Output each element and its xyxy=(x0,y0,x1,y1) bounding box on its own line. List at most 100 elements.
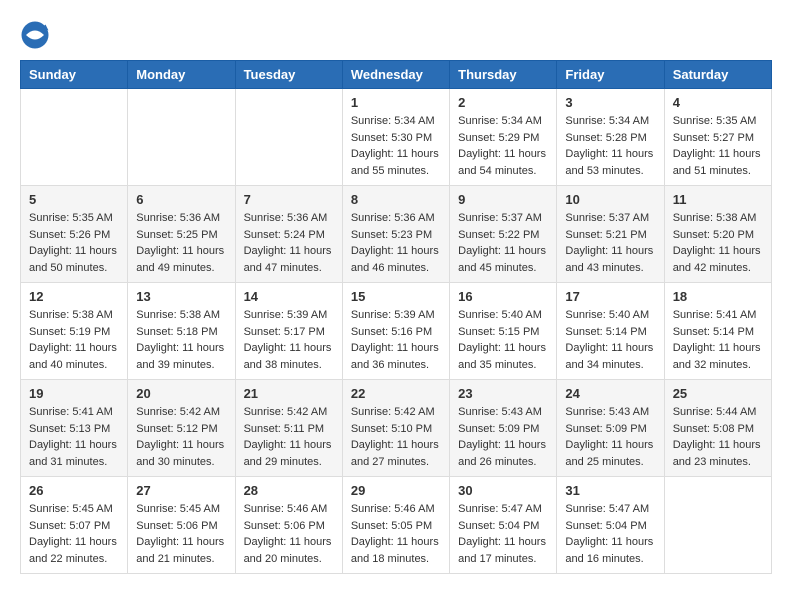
calendar-table: SundayMondayTuesdayWednesdayThursdayFrid… xyxy=(20,60,772,574)
day-info: Sunrise: 5:40 AM Sunset: 5:15 PM Dayligh… xyxy=(458,307,548,373)
day-number: 2 xyxy=(458,95,548,110)
weekday-header-saturday: Saturday xyxy=(664,61,771,89)
calendar-week-3: 12 Sunrise: 5:38 AM Sunset: 5:19 PM Dayli… xyxy=(21,283,772,380)
day-number: 3 xyxy=(565,95,655,110)
day-info: Sunrise: 5:34 AM Sunset: 5:28 PM Dayligh… xyxy=(565,113,655,179)
day-info: Sunrise: 5:38 AM Sunset: 5:18 PM Dayligh… xyxy=(136,307,226,373)
day-number: 28 xyxy=(244,483,334,498)
day-info: Sunrise: 5:42 AM Sunset: 5:12 PM Dayligh… xyxy=(136,404,226,470)
logo-icon xyxy=(20,20,50,50)
weekday-header-sunday: Sunday xyxy=(21,61,128,89)
calendar-cell: 30 Sunrise: 5:47 AM Sunset: 5:04 PM Dayli… xyxy=(450,477,557,574)
day-info: Sunrise: 5:39 AM Sunset: 5:17 PM Dayligh… xyxy=(244,307,334,373)
weekday-header-thursday: Thursday xyxy=(450,61,557,89)
day-info: Sunrise: 5:36 AM Sunset: 5:25 PM Dayligh… xyxy=(136,210,226,276)
calendar-cell: 3 Sunrise: 5:34 AM Sunset: 5:28 PM Daylig… xyxy=(557,89,664,186)
logo xyxy=(20,20,56,50)
calendar-cell: 27 Sunrise: 5:45 AM Sunset: 5:06 PM Dayli… xyxy=(128,477,235,574)
calendar-cell: 20 Sunrise: 5:42 AM Sunset: 5:12 PM Dayli… xyxy=(128,380,235,477)
day-number: 29 xyxy=(351,483,441,498)
day-info: Sunrise: 5:36 AM Sunset: 5:23 PM Dayligh… xyxy=(351,210,441,276)
day-number: 23 xyxy=(458,386,548,401)
day-info: Sunrise: 5:37 AM Sunset: 5:21 PM Dayligh… xyxy=(565,210,655,276)
day-number: 14 xyxy=(244,289,334,304)
calendar-cell: 25 Sunrise: 5:44 AM Sunset: 5:08 PM Dayli… xyxy=(664,380,771,477)
day-info: Sunrise: 5:47 AM Sunset: 5:04 PM Dayligh… xyxy=(458,501,548,567)
day-number: 10 xyxy=(565,192,655,207)
calendar-cell: 4 Sunrise: 5:35 AM Sunset: 5:27 PM Daylig… xyxy=(664,89,771,186)
day-number: 1 xyxy=(351,95,441,110)
calendar-week-1: 1 Sunrise: 5:34 AM Sunset: 5:30 PM Daylig… xyxy=(21,89,772,186)
calendar-cell: 29Sunrise: 5:46 AM Sunset: 5:05 PM Dayli… xyxy=(342,477,449,574)
day-info: Sunrise: 5:34 AM Sunset: 5:29 PM Dayligh… xyxy=(458,113,548,179)
calendar-cell: 22 Sunrise: 5:42 AM Sunset: 5:10 PM Dayli… xyxy=(342,380,449,477)
day-number: 17 xyxy=(565,289,655,304)
calendar-cell: 31Sunrise: 5:47 AM Sunset: 5:04 PM Dayli… xyxy=(557,477,664,574)
day-number: 25 xyxy=(673,386,763,401)
day-info: Sunrise: 5:39 AM Sunset: 5:16 PM Dayligh… xyxy=(351,307,441,373)
day-info: Sunrise: 5:36 AM Sunset: 5:24 PM Dayligh… xyxy=(244,210,334,276)
day-number: 13 xyxy=(136,289,226,304)
day-info: Sunrise: 5:41 AM Sunset: 5:13 PM Dayligh… xyxy=(29,404,119,470)
weekday-header-row: SundayMondayTuesdayWednesdayThursdayFrid… xyxy=(21,61,772,89)
calendar-cell xyxy=(21,89,128,186)
calendar-cell: 24Sunrise: 5:43 AM Sunset: 5:09 PM Dayli… xyxy=(557,380,664,477)
day-number: 11 xyxy=(673,192,763,207)
day-info: Sunrise: 5:44 AM Sunset: 5:08 PM Dayligh… xyxy=(673,404,763,470)
calendar-cell: 8Sunrise: 5:36 AM Sunset: 5:23 PM Daylig… xyxy=(342,186,449,283)
calendar-cell: 18 Sunrise: 5:41 AM Sunset: 5:14 PM Dayli… xyxy=(664,283,771,380)
calendar-cell: 7 Sunrise: 5:36 AM Sunset: 5:24 PM Daylig… xyxy=(235,186,342,283)
day-number: 31 xyxy=(565,483,655,498)
day-info: Sunrise: 5:35 AM Sunset: 5:26 PM Dayligh… xyxy=(29,210,119,276)
day-number: 22 xyxy=(351,386,441,401)
day-info: Sunrise: 5:42 AM Sunset: 5:10 PM Dayligh… xyxy=(351,404,441,470)
day-info: Sunrise: 5:38 AM Sunset: 5:19 PM Dayligh… xyxy=(29,307,119,373)
day-number: 7 xyxy=(244,192,334,207)
calendar-cell: 9 Sunrise: 5:37 AM Sunset: 5:22 PM Daylig… xyxy=(450,186,557,283)
calendar-week-2: 5 Sunrise: 5:35 AM Sunset: 5:26 PM Daylig… xyxy=(21,186,772,283)
day-info: Sunrise: 5:43 AM Sunset: 5:09 PM Dayligh… xyxy=(458,404,548,470)
day-number: 9 xyxy=(458,192,548,207)
calendar-cell: 11 Sunrise: 5:38 AM Sunset: 5:20 PM Dayli… xyxy=(664,186,771,283)
day-info: Sunrise: 5:35 AM Sunset: 5:27 PM Dayligh… xyxy=(673,113,763,179)
day-number: 5 xyxy=(29,192,119,207)
day-number: 15 xyxy=(351,289,441,304)
day-number: 18 xyxy=(673,289,763,304)
calendar-week-4: 19Sunrise: 5:41 AM Sunset: 5:13 PM Dayli… xyxy=(21,380,772,477)
day-info: Sunrise: 5:38 AM Sunset: 5:20 PM Dayligh… xyxy=(673,210,763,276)
calendar-cell: 12 Sunrise: 5:38 AM Sunset: 5:19 PM Dayli… xyxy=(21,283,128,380)
day-info: Sunrise: 5:37 AM Sunset: 5:22 PM Dayligh… xyxy=(458,210,548,276)
calendar-cell: 19Sunrise: 5:41 AM Sunset: 5:13 PM Dayli… xyxy=(21,380,128,477)
calendar-week-5: 26 Sunrise: 5:45 AM Sunset: 5:07 PM Dayli… xyxy=(21,477,772,574)
day-info: Sunrise: 5:41 AM Sunset: 5:14 PM Dayligh… xyxy=(673,307,763,373)
day-info: Sunrise: 5:45 AM Sunset: 5:06 PM Dayligh… xyxy=(136,501,226,567)
calendar-cell: 21 Sunrise: 5:42 AM Sunset: 5:11 PM Dayli… xyxy=(235,380,342,477)
calendar-cell: 6 Sunrise: 5:36 AM Sunset: 5:25 PM Daylig… xyxy=(128,186,235,283)
day-number: 24 xyxy=(565,386,655,401)
day-info: Sunrise: 5:34 AM Sunset: 5:30 PM Dayligh… xyxy=(351,113,441,179)
calendar-cell: 17 Sunrise: 5:40 AM Sunset: 5:14 PM Dayli… xyxy=(557,283,664,380)
day-info: Sunrise: 5:42 AM Sunset: 5:11 PM Dayligh… xyxy=(244,404,334,470)
calendar-cell: 23 Sunrise: 5:43 AM Sunset: 5:09 PM Dayli… xyxy=(450,380,557,477)
day-number: 4 xyxy=(673,95,763,110)
weekday-header-tuesday: Tuesday xyxy=(235,61,342,89)
calendar-cell xyxy=(664,477,771,574)
day-info: Sunrise: 5:45 AM Sunset: 5:07 PM Dayligh… xyxy=(29,501,119,567)
day-number: 12 xyxy=(29,289,119,304)
calendar-cell xyxy=(235,89,342,186)
day-number: 20 xyxy=(136,386,226,401)
day-number: 27 xyxy=(136,483,226,498)
day-info: Sunrise: 5:40 AM Sunset: 5:14 PM Dayligh… xyxy=(565,307,655,373)
page-header xyxy=(20,20,772,50)
calendar-cell: 10 Sunrise: 5:37 AM Sunset: 5:21 PM Dayli… xyxy=(557,186,664,283)
day-number: 30 xyxy=(458,483,548,498)
weekday-header-wednesday: Wednesday xyxy=(342,61,449,89)
calendar-cell: 1 Sunrise: 5:34 AM Sunset: 5:30 PM Daylig… xyxy=(342,89,449,186)
day-number: 16 xyxy=(458,289,548,304)
calendar-cell xyxy=(128,89,235,186)
day-number: 21 xyxy=(244,386,334,401)
day-number: 6 xyxy=(136,192,226,207)
calendar-cell: 26 Sunrise: 5:45 AM Sunset: 5:07 PM Dayli… xyxy=(21,477,128,574)
day-info: Sunrise: 5:46 AM Sunset: 5:06 PM Dayligh… xyxy=(244,501,334,567)
day-number: 26 xyxy=(29,483,119,498)
